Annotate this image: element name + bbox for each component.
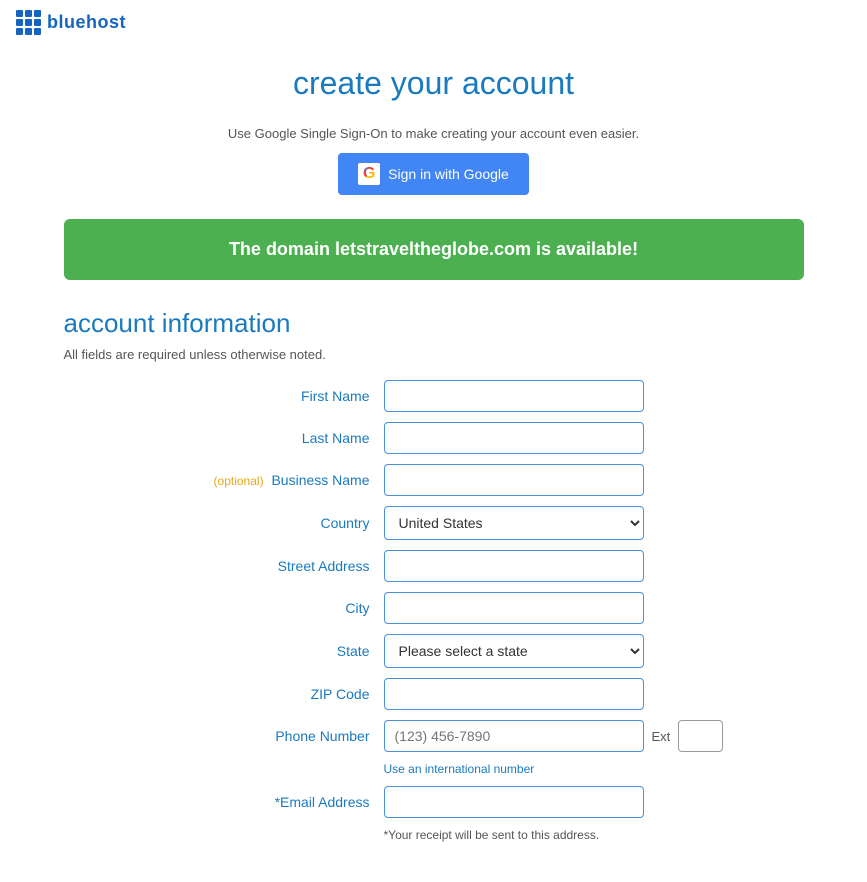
google-sso-section: Use Google Single Sign-On to make creati… bbox=[64, 126, 804, 195]
last-name-row: Last Name bbox=[64, 422, 804, 454]
zip-code-input[interactable] bbox=[384, 678, 644, 710]
account-information-title: account information bbox=[64, 308, 804, 339]
street-address-row: Street Address bbox=[64, 550, 804, 582]
email-row: *Email Address bbox=[64, 786, 804, 818]
first-name-row: First Name bbox=[64, 380, 804, 412]
street-address-input[interactable] bbox=[384, 550, 644, 582]
first-name-input[interactable] bbox=[384, 380, 644, 412]
email-note: *Your receipt will be sent to this addre… bbox=[384, 828, 804, 842]
last-name-label: Last Name bbox=[64, 430, 384, 446]
country-select[interactable]: United States Canada United Kingdom Aust… bbox=[384, 506, 644, 540]
intl-link-row: Use an international number bbox=[64, 762, 804, 776]
page-content: create your account Use Google Single Si… bbox=[44, 45, 824, 882]
street-address-label: Street Address bbox=[64, 558, 384, 574]
phone-number-input[interactable] bbox=[384, 720, 644, 752]
logo-grid-icon bbox=[16, 10, 41, 35]
domain-available-banner: The domain letstraveltheglobe.com is ava… bbox=[64, 219, 804, 280]
phone-number-label: Phone Number bbox=[64, 728, 384, 744]
last-name-input[interactable] bbox=[384, 422, 644, 454]
zip-code-row: ZIP Code bbox=[64, 678, 804, 710]
city-label: City bbox=[64, 600, 384, 616]
email-note-row: *Your receipt will be sent to this addre… bbox=[64, 828, 804, 842]
email-label: *Email Address bbox=[64, 794, 384, 810]
phone-ext-input[interactable] bbox=[678, 720, 723, 752]
business-name-input[interactable] bbox=[384, 464, 644, 496]
account-form: First Name Last Name (optional) Business… bbox=[64, 380, 804, 842]
first-name-label: First Name bbox=[64, 388, 384, 404]
google-sso-description: Use Google Single Sign-On to make creati… bbox=[64, 126, 804, 141]
logo-text: bluehost bbox=[47, 12, 126, 33]
domain-message: The domain letstraveltheglobe.com is ava… bbox=[229, 239, 638, 259]
state-row: State Please select a state Alabama Alas… bbox=[64, 634, 804, 668]
phone-number-row: Phone Number Ext bbox=[64, 720, 804, 752]
state-select[interactable]: Please select a state Alabama Alaska Ari… bbox=[384, 634, 644, 668]
business-name-label: (optional) Business Name bbox=[64, 472, 384, 488]
google-signin-label: Sign in with Google bbox=[388, 166, 509, 182]
zip-code-label: ZIP Code bbox=[64, 686, 384, 702]
country-label: Country bbox=[64, 515, 384, 531]
business-name-row: (optional) Business Name bbox=[64, 464, 804, 496]
country-row: Country United States Canada United King… bbox=[64, 506, 804, 540]
email-input[interactable] bbox=[384, 786, 644, 818]
page-title: create your account bbox=[64, 65, 804, 102]
intl-number-link[interactable]: Use an international number bbox=[384, 762, 804, 776]
header: bluehost bbox=[0, 0, 867, 45]
phone-input-group: Ext bbox=[384, 720, 724, 752]
city-input[interactable] bbox=[384, 592, 644, 624]
ext-label: Ext bbox=[652, 729, 671, 744]
optional-tag: (optional) bbox=[214, 474, 264, 488]
google-signin-button[interactable]: G Sign in with Google bbox=[338, 153, 529, 195]
required-note: All fields are required unless otherwise… bbox=[64, 347, 804, 362]
google-icon: G bbox=[358, 163, 380, 185]
logo-area: bluehost bbox=[16, 10, 126, 35]
city-row: City bbox=[64, 592, 804, 624]
state-label: State bbox=[64, 643, 384, 659]
